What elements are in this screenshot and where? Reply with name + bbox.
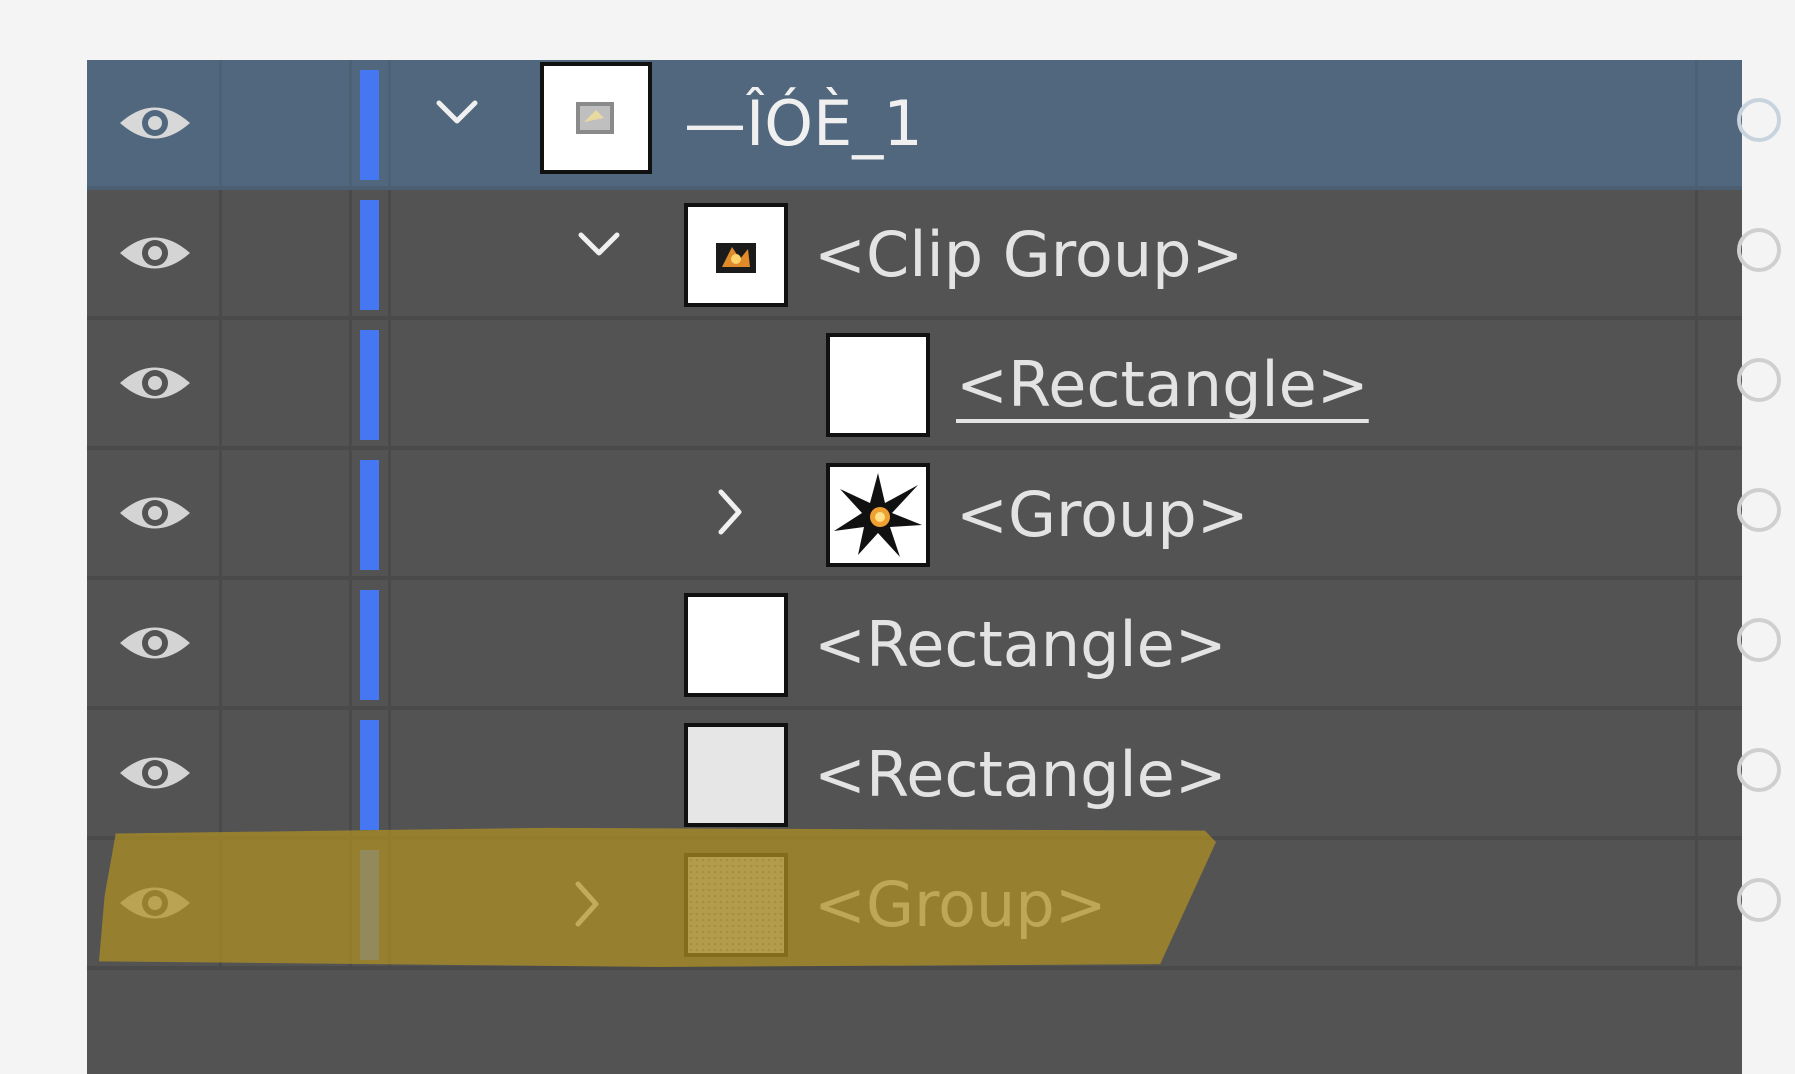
layer-row[interactable]: —ÎÓÈ_1: [87, 60, 1781, 190]
column-divider: [1695, 190, 1698, 316]
layer-row[interactable]: <Clip Group>: [87, 190, 1781, 320]
light-gray-rectangle-thumbnail: [684, 723, 788, 827]
layer-color-bar: [360, 200, 379, 310]
layer-name[interactable]: —ÎÓÈ_1: [684, 74, 923, 174]
layer-name[interactable]: <Group>: [814, 855, 1107, 955]
column-divider: [388, 710, 391, 836]
layer-row[interactable]: <Rectangle>: [87, 710, 1781, 840]
chevron-down-icon[interactable]: [429, 85, 485, 141]
pattern-thumbnail: [684, 853, 788, 957]
column-divider: [349, 60, 352, 186]
column-divider: [388, 190, 391, 316]
white-rectangle-thumbnail: [826, 333, 930, 437]
column-divider: [219, 320, 222, 446]
column-divider: [1695, 60, 1698, 186]
column-divider: [219, 710, 222, 836]
column-divider: [349, 450, 352, 576]
layer-name[interactable]: <Group>: [956, 465, 1249, 565]
column-divider: [388, 450, 391, 576]
starburst-thumbnail: [826, 463, 930, 567]
column-divider: [219, 190, 222, 316]
target-circle-icon[interactable]: [1737, 488, 1781, 532]
column-divider: [219, 580, 222, 706]
eye-icon[interactable]: [117, 750, 193, 796]
column-divider: [219, 840, 222, 966]
layer-name[interactable]: <Rectangle>: [814, 595, 1227, 695]
layers-panel: —ÎÓÈ_1 <Clip Group> <Rectangle> <Group> …: [87, 60, 1781, 1074]
column-divider: [388, 60, 391, 186]
layer-color-bar: [360, 590, 379, 700]
column-divider: [388, 320, 391, 446]
eye-icon[interactable]: [117, 360, 193, 406]
chevron-down-icon[interactable]: [571, 217, 627, 273]
eye-icon[interactable]: [117, 880, 193, 926]
column-divider: [349, 710, 352, 836]
column-divider: [1695, 450, 1698, 576]
layer-row[interactable]: <Rectangle>: [87, 320, 1781, 450]
explosion-thumbnail: [684, 203, 788, 307]
column-divider: [388, 840, 391, 966]
target-circle-icon[interactable]: [1737, 228, 1781, 272]
column-divider: [349, 840, 352, 966]
chevron-right-icon[interactable]: [558, 876, 614, 932]
target-circle-icon[interactable]: [1737, 358, 1781, 402]
column-divider: [349, 580, 352, 706]
target-circle-icon[interactable]: [1737, 878, 1781, 922]
layer-row[interactable]: <Group>: [87, 840, 1781, 970]
target-circle-icon[interactable]: [1737, 748, 1781, 792]
column-divider: [388, 580, 391, 706]
eye-icon[interactable]: [117, 620, 193, 666]
layer-row[interactable]: <Rectangle>: [87, 580, 1781, 710]
column-divider: [349, 190, 352, 316]
layer-color-bar: [360, 720, 379, 830]
column-divider: [349, 320, 352, 446]
chevron-right-icon[interactable]: [701, 484, 757, 540]
column-divider: [1695, 840, 1698, 966]
layer-color-bar: [360, 330, 379, 440]
layer-name[interactable]: <Rectangle>: [814, 725, 1227, 825]
layer-thumbnail: [540, 62, 652, 174]
column-divider: [1695, 580, 1698, 706]
target-circle-icon[interactable]: [1737, 98, 1781, 142]
layer-name[interactable]: <Rectangle>: [956, 335, 1369, 435]
layer-color-bar: [360, 70, 379, 180]
layer-color-bar: [360, 460, 379, 570]
eye-icon[interactable]: [117, 230, 193, 276]
target-circle-icon[interactable]: [1737, 618, 1781, 662]
column-divider: [1695, 320, 1698, 446]
layer-name[interactable]: <Clip Group>: [814, 205, 1243, 305]
column-divider: [1695, 710, 1698, 836]
eye-icon[interactable]: [117, 490, 193, 536]
eye-icon[interactable]: [117, 100, 193, 146]
layer-color-bar: [360, 850, 379, 960]
column-divider: [219, 450, 222, 576]
white-rectangle-thumbnail: [684, 593, 788, 697]
column-divider: [219, 60, 222, 186]
layer-row[interactable]: <Group>: [87, 450, 1781, 580]
